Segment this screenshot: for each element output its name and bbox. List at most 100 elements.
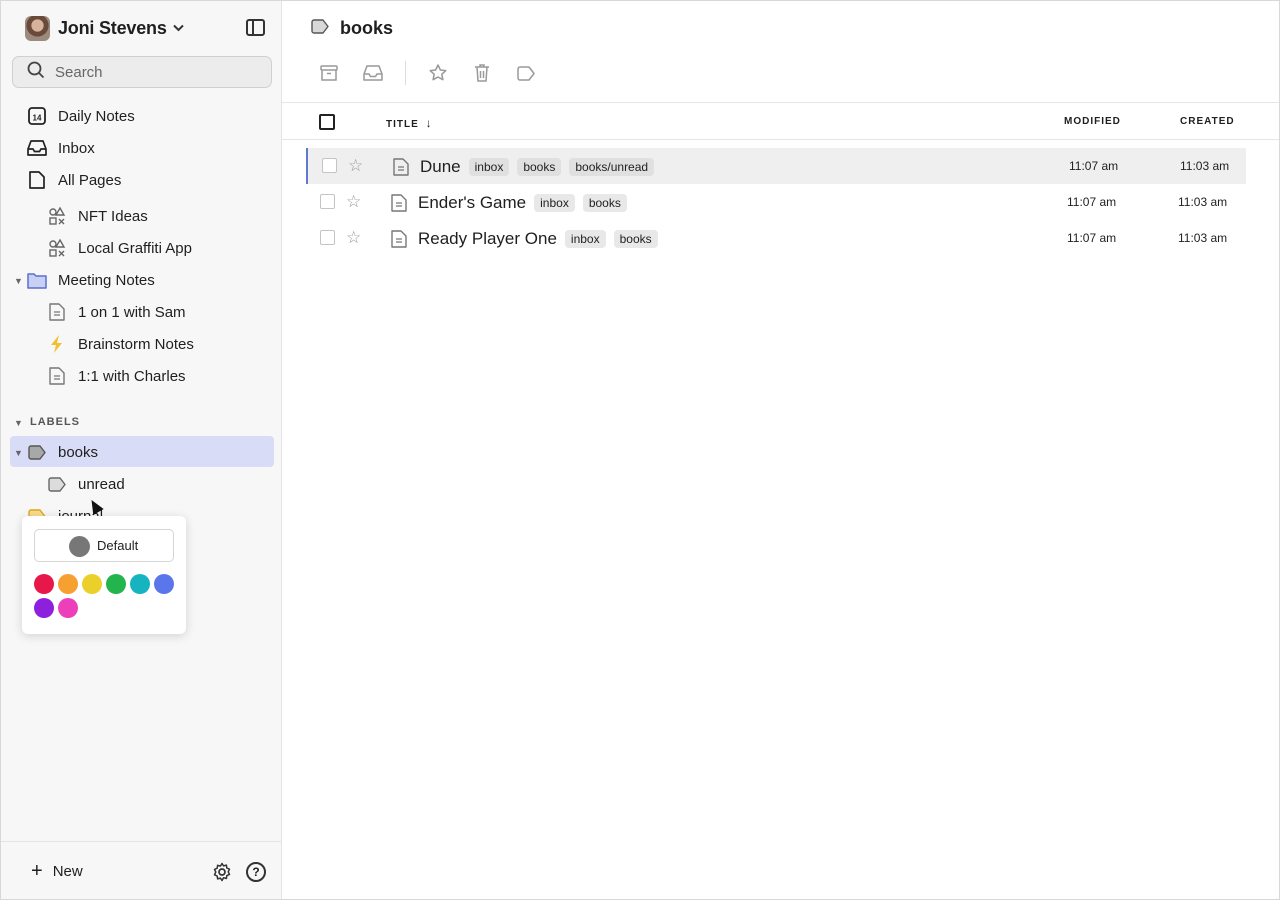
label-tag-icon bbox=[310, 18, 330, 39]
sidebar-page-nft-ideas[interactable]: NFT Ideas bbox=[45, 203, 148, 229]
folder-icon bbox=[25, 270, 49, 290]
row-title-text: Ready Player One bbox=[418, 229, 557, 248]
sidebar-item-label: Meeting Notes bbox=[58, 271, 155, 289]
sidebar-item-label: Local Graffiti App bbox=[78, 239, 192, 257]
app-window: Joni Stevens 14 Daily Notes Inbox bbox=[0, 0, 1280, 900]
default-color-swatch bbox=[69, 536, 90, 557]
color-swatch[interactable] bbox=[154, 574, 174, 594]
inbox-icon[interactable] bbox=[362, 62, 384, 84]
tag-chip[interactable]: books bbox=[582, 194, 627, 212]
sidebar-item-label: All Pages bbox=[58, 171, 122, 189]
color-swatch[interactable] bbox=[106, 574, 126, 594]
row-title[interactable]: Ready Player One inbox books bbox=[418, 229, 658, 249]
shapes-icon bbox=[45, 238, 69, 258]
label-tag-icon bbox=[45, 474, 69, 494]
page-title: books bbox=[310, 18, 393, 39]
tag-chip[interactable]: inbox bbox=[468, 158, 510, 176]
document-icon bbox=[45, 366, 69, 386]
user-switcher[interactable]: Joni Stevens bbox=[25, 15, 184, 41]
row-modified: 11:07 am bbox=[1069, 159, 1119, 173]
user-name: Joni Stevens bbox=[58, 17, 167, 38]
sidebar-folder-meeting-notes[interactable]: Meeting Notes bbox=[25, 267, 155, 293]
avatar bbox=[25, 15, 50, 41]
table-row[interactable]: ☆ Ready Player One inbox books 11:07 am 11:03… bbox=[306, 220, 1246, 256]
caret-down-icon[interactable]: ▼ bbox=[14, 276, 23, 286]
row-checkbox[interactable] bbox=[320, 194, 335, 209]
color-swatch[interactable] bbox=[58, 598, 78, 618]
inbox-icon bbox=[25, 138, 49, 158]
sidebar-item-label: 1 on 1 with Sam bbox=[78, 303, 186, 321]
created-column-header[interactable]: CREATED bbox=[1180, 116, 1235, 127]
color-swatch[interactable] bbox=[58, 574, 78, 594]
title-column-label: TITLE bbox=[386, 119, 419, 130]
archive-icon[interactable] bbox=[318, 62, 340, 84]
sidebar-item-label: books bbox=[58, 443, 99, 461]
page-icon bbox=[25, 170, 49, 190]
tag-chip[interactable]: inbox bbox=[564, 230, 606, 248]
star-icon[interactable]: ☆ bbox=[348, 157, 363, 174]
label-icon[interactable] bbox=[515, 62, 537, 84]
labels-section-heading: LABELS bbox=[30, 416, 80, 428]
sidebar-page-1on1-charles[interactable]: 1:1 with Charles bbox=[45, 363, 186, 389]
document-icon bbox=[390, 193, 408, 218]
color-swatch[interactable] bbox=[34, 574, 54, 594]
color-swatch[interactable] bbox=[130, 574, 150, 594]
help-icon[interactable]: ? bbox=[246, 862, 266, 882]
caret-down-icon[interactable]: ▼ bbox=[14, 448, 23, 458]
row-checkbox[interactable] bbox=[322, 158, 337, 173]
star-icon[interactable] bbox=[427, 62, 449, 84]
search-icon bbox=[27, 61, 45, 84]
row-title-text: Ender's Game bbox=[418, 193, 527, 212]
label-color-picker: Default bbox=[22, 516, 186, 634]
shapes-icon bbox=[45, 206, 69, 226]
tag-chip[interactable]: inbox bbox=[534, 194, 575, 212]
select-all-checkbox[interactable] bbox=[319, 114, 335, 130]
search-box[interactable] bbox=[12, 56, 272, 88]
row-created: 11:03 am bbox=[1178, 195, 1228, 209]
table-row[interactable]: ☆ Ender's Game inbox books 11:07 am 11:03 am bbox=[306, 184, 1246, 220]
document-icon bbox=[45, 302, 69, 322]
row-checkbox[interactable] bbox=[320, 230, 335, 245]
new-button[interactable]: + New bbox=[31, 861, 83, 881]
color-swatch[interactable] bbox=[82, 574, 102, 594]
sidebar-page-brainstorm-notes[interactable]: Brainstorm Notes bbox=[45, 331, 194, 357]
sidebar-toggle-icon[interactable] bbox=[246, 19, 265, 36]
search-input[interactable] bbox=[55, 63, 255, 81]
table-header: TITLE ↓ MODIFIED CREATED bbox=[282, 102, 1279, 140]
sidebar-page-1on1-sam[interactable]: 1 on 1 with Sam bbox=[45, 299, 186, 325]
sidebar-item-inbox[interactable]: Inbox bbox=[25, 135, 95, 161]
row-title[interactable]: Dune inbox books books/unread bbox=[420, 157, 655, 177]
sidebar-item-label: unread bbox=[78, 475, 125, 493]
star-icon[interactable]: ☆ bbox=[346, 193, 361, 210]
sidebar-label-books[interactable]: books bbox=[25, 439, 98, 465]
tag-chip[interactable]: books/unread bbox=[569, 158, 655, 176]
tag-chip[interactable]: books bbox=[517, 158, 562, 176]
gear-icon[interactable] bbox=[212, 862, 232, 882]
modified-column-header[interactable]: MODIFIED bbox=[1064, 116, 1121, 127]
table-row[interactable]: ☆ Dune inbox books books/unread 11:07 am 11:03… bbox=[306, 148, 1246, 184]
sidebar-item-all-pages[interactable]: All Pages bbox=[25, 167, 121, 193]
caret-down-icon[interactable]: ▼ bbox=[14, 418, 23, 428]
plus-icon: + bbox=[31, 860, 43, 882]
row-modified: 11:07 am bbox=[1067, 195, 1117, 209]
color-swatch[interactable] bbox=[34, 598, 54, 618]
default-color-button[interactable]: Default bbox=[34, 529, 174, 562]
sidebar-label-unread[interactable]: unread bbox=[45, 471, 125, 497]
star-icon[interactable]: ☆ bbox=[346, 229, 361, 246]
sidebar: Joni Stevens 14 Daily Notes Inbox bbox=[1, 1, 282, 899]
tag-chip[interactable]: books bbox=[613, 230, 658, 248]
row-created: 11:03 am bbox=[1180, 159, 1230, 173]
sidebar-item-label: NFT Ideas bbox=[78, 207, 148, 225]
trash-icon[interactable] bbox=[471, 62, 493, 84]
toolbar-divider bbox=[405, 61, 406, 85]
title-column-header[interactable]: TITLE ↓ bbox=[386, 116, 433, 130]
document-icon bbox=[390, 229, 408, 254]
sidebar-footer: + New ? bbox=[1, 841, 281, 899]
row-title[interactable]: Ender's Game inbox books bbox=[418, 193, 627, 213]
document-icon bbox=[392, 157, 410, 182]
calendar-icon: 14 bbox=[25, 106, 49, 126]
label-tag-icon bbox=[25, 442, 49, 462]
sidebar-item-daily-notes[interactable]: 14 Daily Notes bbox=[25, 103, 135, 129]
sidebar-page-local-graffiti-app[interactable]: Local Graffiti App bbox=[45, 235, 192, 261]
sort-arrow-icon: ↓ bbox=[425, 116, 433, 130]
